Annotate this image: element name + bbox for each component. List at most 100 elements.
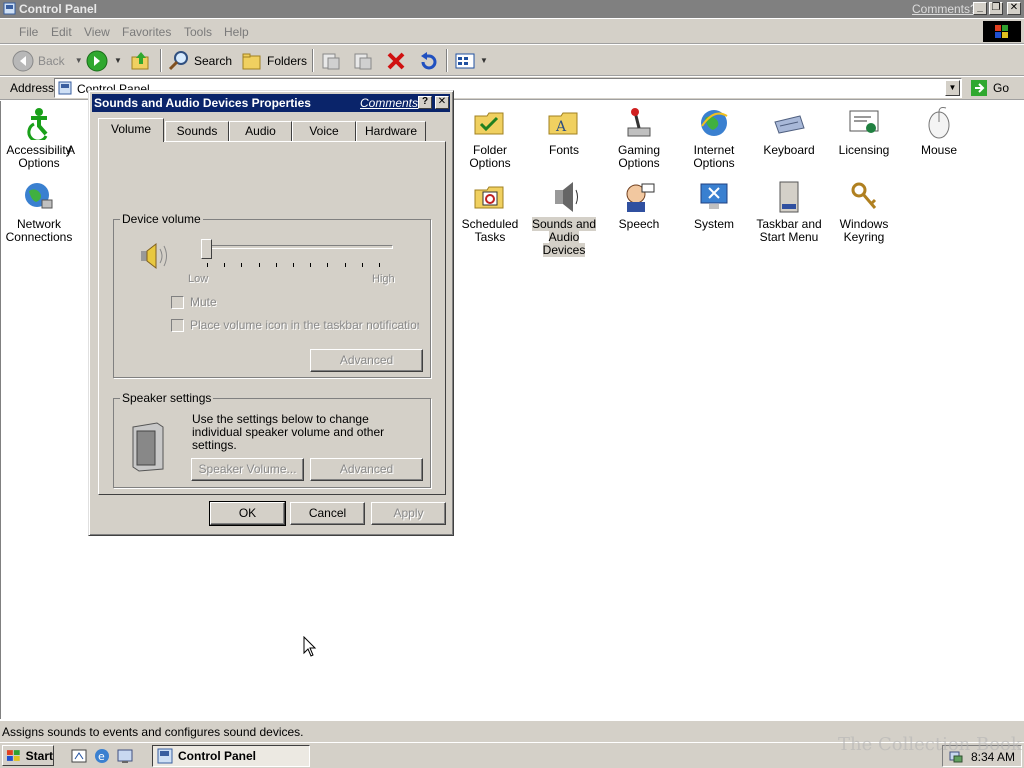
delete-button[interactable] <box>385 48 407 73</box>
undo-button[interactable] <box>417 48 439 73</box>
item-partial-hidden[interactable]: A <box>67 144 87 157</box>
up-folder-button[interactable] <box>130 48 152 73</box>
move-to-icon <box>322 53 340 69</box>
menu-help[interactable]: Help <box>224 25 249 39</box>
tab-audio[interactable]: Audio <box>229 121 292 141</box>
volume-advanced-button[interactable]: Advanced <box>310 349 423 372</box>
copy-to-button[interactable] <box>352 48 374 73</box>
slider-tick <box>258 263 260 267</box>
folders-button[interactable]: Folders <box>241 48 307 73</box>
cancel-button[interactable]: Cancel <box>290 502 365 525</box>
slider-tick <box>293 263 294 267</box>
forward-button[interactable]: ▼ <box>86 48 122 73</box>
keyring-icon <box>851 182 877 209</box>
views-button[interactable]: ▼ <box>454 48 488 73</box>
item-accessibility-options[interactable]: Accessibility Options <box>1 106 77 170</box>
dialog-comments-link[interactable]: Comments? <box>360 96 425 110</box>
item-label: Fonts <box>548 143 579 157</box>
scheduled-tasks-icon <box>474 186 504 209</box>
item-internet-options[interactable]: Internet Options <box>676 106 752 170</box>
dialog-title-bar[interactable]: Sounds and Audio Devices Properties Comm… <box>92 94 450 112</box>
item-network-connections[interactable]: Network Connections <box>1 180 77 244</box>
volume-slider-thumb[interactable] <box>201 239 212 259</box>
menu-edit[interactable]: Edit <box>51 25 72 39</box>
tray-icon-label: Place volume icon in the taskbar notific… <box>190 318 419 332</box>
show-desktop-icon[interactable] <box>70 747 88 765</box>
item-label: Licensing <box>838 143 890 157</box>
window-title-bar[interactable]: Control Panel Comments? _ ❐ ✕ <box>0 0 1024 18</box>
internet-explorer-icon[interactable]: e <box>93 747 111 765</box>
tab-voice[interactable]: Voice <box>292 121 356 141</box>
item-licensing[interactable]: Licensing <box>826 106 902 157</box>
slider-tick <box>310 263 312 267</box>
speaker-advanced-button[interactable]: Advanced <box>310 458 423 481</box>
tab-hardware[interactable]: Hardware <box>356 121 426 141</box>
chevron-down-icon: ▼ <box>948 83 957 92</box>
item-scheduled-tasks[interactable]: Scheduled Tasks <box>452 180 528 244</box>
mouse-icon <box>928 107 950 139</box>
item-label: Gaming Options <box>617 143 661 170</box>
restore-icon: ❐ <box>991 2 1001 13</box>
ok-button[interactable]: OK <box>209 501 286 526</box>
system-icon <box>700 183 728 209</box>
item-label: Keyboard <box>763 143 815 157</box>
item-windows-keyring[interactable]: Windows Keyring <box>826 180 902 244</box>
back-button[interactable]: Back ▼ <box>12 48 83 73</box>
mute-checkbox-box[interactable] <box>171 295 184 309</box>
views-icon <box>455 53 475 68</box>
tray-icon-checkbox[interactable]: Place volume icon in the taskbar notific… <box>171 318 419 332</box>
copy-to-icon <box>354 53 372 69</box>
explorer-icon[interactable] <box>116 747 134 765</box>
help-button[interactable]: ? <box>418 96 432 109</box>
minimize-button[interactable]: _ <box>973 2 987 15</box>
move-to-button[interactable] <box>320 48 342 73</box>
item-system[interactable]: System <box>676 180 752 231</box>
apply-button[interactable]: Apply <box>371 502 446 525</box>
item-label: Internet Options <box>693 143 735 170</box>
item-label: Network Connections <box>5 217 73 244</box>
item-mouse[interactable]: Mouse <box>901 106 977 157</box>
tab-sounds[interactable]: Sounds <box>165 121 229 141</box>
item-fonts[interactable]: A Fonts <box>526 106 602 157</box>
control-panel-icon <box>58 81 72 95</box>
tab-volume[interactable]: Volume <box>98 118 164 142</box>
menu-file[interactable]: File <box>19 25 38 39</box>
mute-checkbox[interactable]: Mute <box>171 295 217 309</box>
item-folder-options[interactable]: Folder Options <box>452 106 528 170</box>
back-dropdown-icon[interactable]: ▼ <box>75 56 83 65</box>
search-button[interactable]: Search <box>168 48 232 73</box>
address-dropdown-button[interactable]: ▼ <box>945 80 960 96</box>
go-button[interactable]: Go <box>970 79 1009 97</box>
minimize-icon: _ <box>977 2 983 13</box>
back-label: Back <box>38 53 65 68</box>
taskbar-button-control-panel[interactable]: Control Panel <box>152 745 310 767</box>
item-keyboard[interactable]: Keyboard <box>751 106 827 157</box>
slider-tick <box>275 263 277 267</box>
close-button[interactable]: ✕ <box>1007 2 1021 15</box>
speaker-volume-button[interactable]: Speaker Volume... <box>191 458 304 481</box>
item-gaming-options[interactable]: Gaming Options <box>601 106 677 170</box>
forward-dropdown-icon[interactable]: ▼ <box>114 56 122 65</box>
slider-tick <box>207 263 208 267</box>
item-label: System <box>693 217 734 231</box>
menu-favorites[interactable]: Favorites <box>122 25 171 39</box>
device-volume-title: Device volume <box>120 212 203 226</box>
tray-icon-checkbox-box[interactable] <box>171 318 184 332</box>
comments-link[interactable]: Comments? <box>912 2 977 16</box>
views-dropdown-icon[interactable]: ▼ <box>480 56 488 65</box>
network-globe-icon <box>25 183 53 209</box>
up-folder-icon <box>131 51 149 69</box>
item-sounds-and-audio-devices[interactable]: Sounds and Audio Devices <box>526 180 602 257</box>
control-panel-icon <box>3 2 16 15</box>
start-button[interactable]: Start <box>2 745 54 766</box>
slider-tick <box>379 263 380 267</box>
menu-tools[interactable]: Tools <box>184 25 212 39</box>
volume-slider-track <box>207 245 393 249</box>
dialog-close-button[interactable]: ✕ <box>435 96 449 109</box>
item-speech[interactable]: Speech <box>601 180 677 231</box>
item-taskbar-and-start-menu[interactable]: Taskbar and Start Menu <box>751 180 827 244</box>
restore-button[interactable]: ❐ <box>989 2 1003 15</box>
close-icon: ✕ <box>1009 2 1019 13</box>
go-label: Go <box>993 81 1010 95</box>
menu-view[interactable]: View <box>84 25 110 39</box>
